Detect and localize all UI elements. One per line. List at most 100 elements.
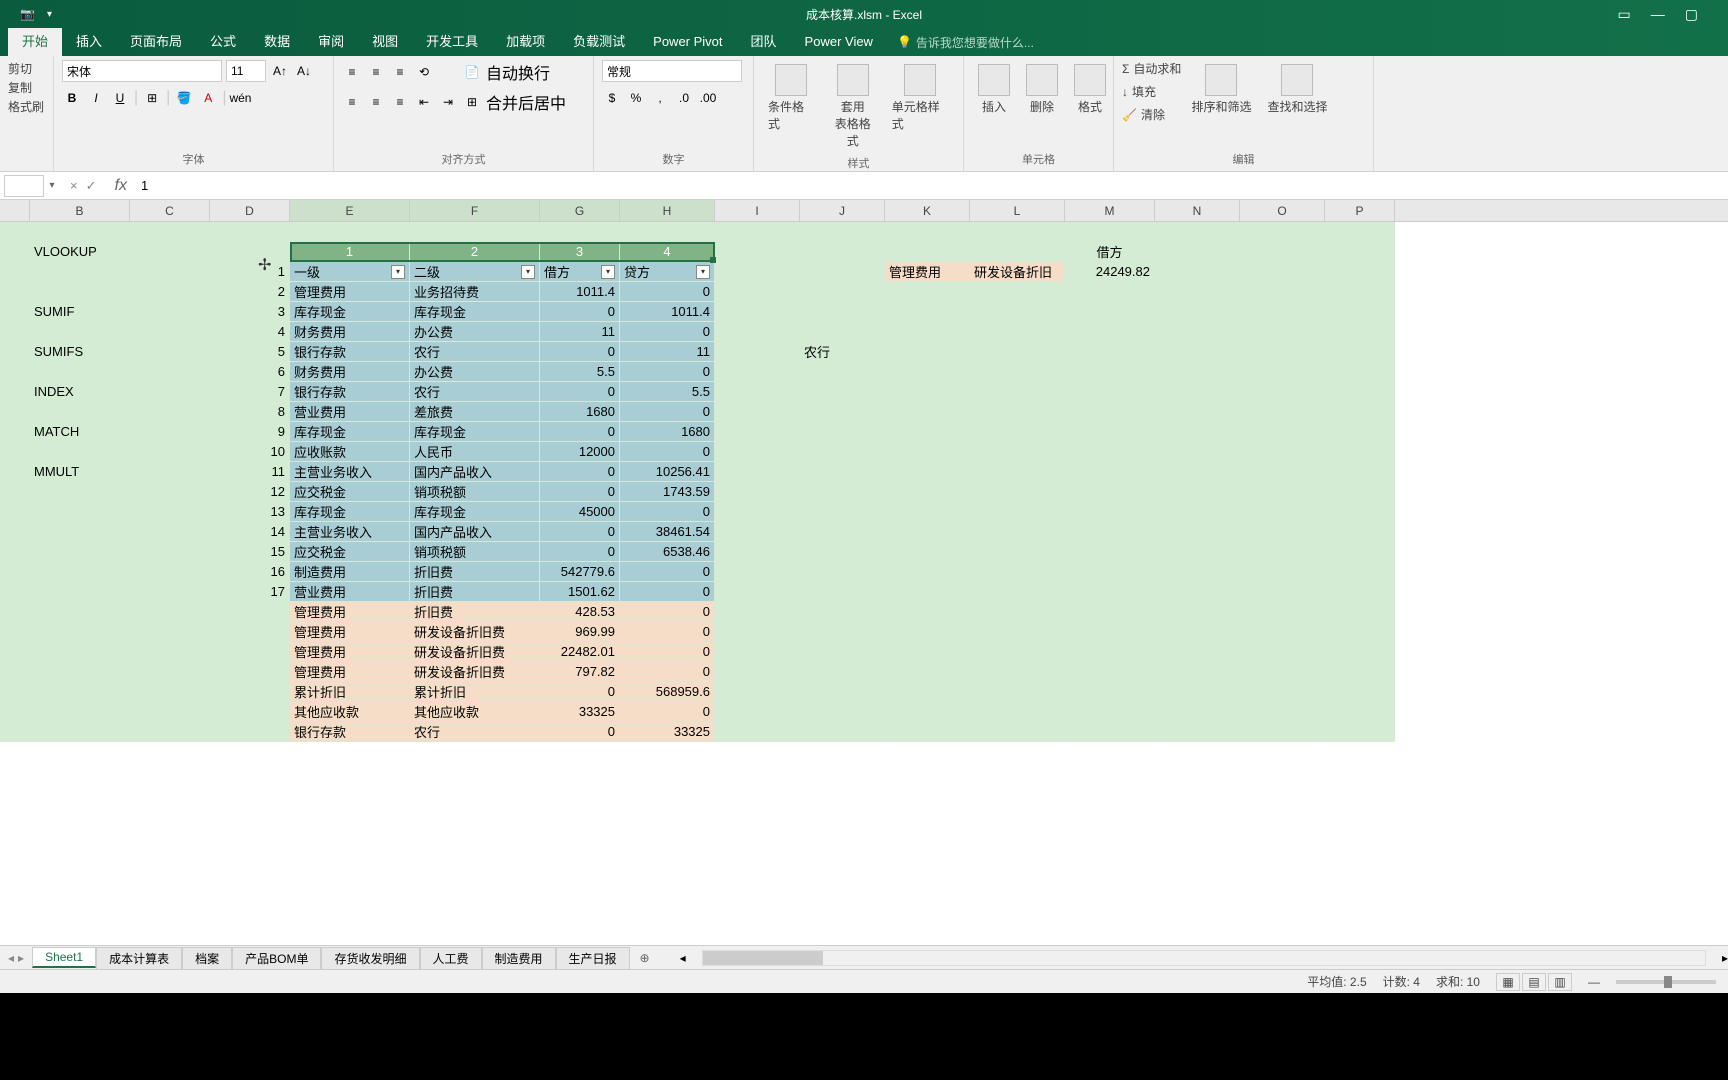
wrap-text-icon[interactable]: 📄: [462, 62, 482, 82]
cancel-formula-icon[interactable]: ×: [70, 178, 78, 194]
cell[interactable]: 农行: [410, 382, 540, 402]
cell[interactable]: [1325, 702, 1395, 722]
cell[interactable]: [885, 282, 970, 302]
cell[interactable]: [800, 642, 885, 662]
tab-powerpivot[interactable]: Power Pivot: [639, 28, 736, 56]
cell[interactable]: 累计折旧: [410, 682, 540, 702]
cell[interactable]: 3: [540, 242, 620, 262]
cell[interactable]: 1680: [540, 402, 620, 422]
cell[interactable]: [0, 682, 30, 702]
cell[interactable]: [885, 582, 970, 602]
cell[interactable]: [1325, 642, 1395, 662]
cell[interactable]: 13: [210, 502, 290, 522]
cell[interactable]: [0, 662, 30, 682]
cell[interactable]: [0, 462, 30, 482]
cell[interactable]: 其他应收款: [290, 702, 410, 722]
cell[interactable]: [1155, 462, 1240, 482]
cell[interactable]: [1325, 482, 1395, 502]
cell[interactable]: 折旧费: [410, 562, 540, 582]
add-sheet-button[interactable]: ⊕: [630, 951, 660, 965]
cell[interactable]: [1155, 622, 1240, 642]
cell[interactable]: [1065, 282, 1155, 302]
cell[interactable]: 0: [620, 662, 715, 682]
cell[interactable]: 0: [620, 282, 715, 302]
sort-filter-button[interactable]: 排序和筛选: [1185, 60, 1257, 119]
col-header[interactable]: L: [970, 200, 1065, 221]
cell[interactable]: 销项税额: [410, 542, 540, 562]
cell[interactable]: 568959.6: [620, 682, 715, 702]
cell[interactable]: 0: [540, 302, 620, 322]
cell[interactable]: 428.53: [540, 602, 620, 622]
cell[interactable]: [30, 642, 130, 662]
cell[interactable]: 33325: [620, 722, 715, 742]
cell[interactable]: [1240, 622, 1325, 642]
cell[interactable]: 管理费用: [290, 602, 410, 622]
cell[interactable]: 应收账款: [290, 442, 410, 462]
border-button[interactable]: ⊞: [142, 88, 162, 108]
font-name-select[interactable]: [62, 60, 222, 82]
format-painter-button[interactable]: 格式刷: [8, 98, 44, 115]
tab-data[interactable]: 数据: [250, 28, 304, 56]
cell[interactable]: [0, 342, 30, 362]
cell[interactable]: [715, 722, 800, 742]
phonetic-button[interactable]: wén: [230, 88, 250, 108]
cell[interactable]: [715, 602, 800, 622]
cell[interactable]: [0, 262, 30, 282]
cell[interactable]: [885, 522, 970, 542]
cell[interactable]: [1325, 582, 1395, 602]
cell[interactable]: VLOOKUP: [30, 242, 130, 262]
wrap-text-button[interactable]: 自动换行: [486, 60, 550, 84]
align-bottom-icon[interactable]: ≡: [390, 62, 410, 82]
col-header[interactable]: C: [130, 200, 210, 221]
cell[interactable]: 969.99: [540, 622, 620, 642]
cell[interactable]: [130, 262, 210, 282]
cell[interactable]: [1325, 382, 1395, 402]
cell[interactable]: 0: [620, 442, 715, 462]
comma-icon[interactable]: ,: [650, 88, 670, 108]
cell[interactable]: 0: [620, 562, 715, 582]
cell[interactable]: 农行: [410, 342, 540, 362]
cell[interactable]: SUMIF: [30, 302, 130, 322]
cell[interactable]: 二级▾: [410, 262, 540, 282]
italic-button[interactable]: I: [86, 88, 106, 108]
cell[interactable]: [130, 522, 210, 542]
cell[interactable]: [800, 222, 885, 242]
cell[interactable]: [0, 602, 30, 622]
tab-view[interactable]: 视图: [358, 28, 412, 56]
cell[interactable]: [130, 402, 210, 422]
enter-formula-icon[interactable]: ✓: [86, 178, 97, 194]
cell[interactable]: INDEX: [30, 382, 130, 402]
hscroll-thumb[interactable]: [703, 951, 823, 965]
cell[interactable]: [1065, 342, 1155, 362]
cell[interactable]: 12000: [540, 442, 620, 462]
cell[interactable]: 人民币: [410, 442, 540, 462]
tab-layout[interactable]: 页面布局: [116, 28, 196, 56]
cell[interactable]: [885, 382, 970, 402]
cell[interactable]: [0, 642, 30, 662]
cell[interactable]: 管理费用: [290, 282, 410, 302]
cell[interactable]: 797.82: [540, 662, 620, 682]
cell[interactable]: [970, 542, 1065, 562]
underline-button[interactable]: U: [110, 88, 130, 108]
cell[interactable]: 0: [620, 402, 715, 422]
cell[interactable]: [885, 722, 970, 742]
cell[interactable]: 营业费用: [290, 402, 410, 422]
cell[interactable]: [130, 542, 210, 562]
tab-loadtest[interactable]: 负载测试: [559, 28, 639, 56]
cell[interactable]: [1065, 542, 1155, 562]
cell[interactable]: 借方▾: [540, 262, 620, 282]
cell[interactable]: [30, 682, 130, 702]
cell[interactable]: [885, 422, 970, 442]
cell[interactable]: [0, 522, 30, 542]
autosum-button[interactable]: 自动求和: [1133, 60, 1181, 77]
cell[interactable]: [130, 482, 210, 502]
cell[interactable]: [130, 422, 210, 442]
cell[interactable]: 0: [540, 482, 620, 502]
fill-color-button[interactable]: 🪣: [174, 88, 194, 108]
font-color-button[interactable]: A: [198, 88, 218, 108]
merge-icon[interactable]: ⊞: [462, 92, 482, 112]
cell[interactable]: MATCH: [30, 422, 130, 442]
cell[interactable]: [715, 542, 800, 562]
cell[interactable]: 营业费用: [290, 582, 410, 602]
cell[interactable]: [970, 602, 1065, 622]
